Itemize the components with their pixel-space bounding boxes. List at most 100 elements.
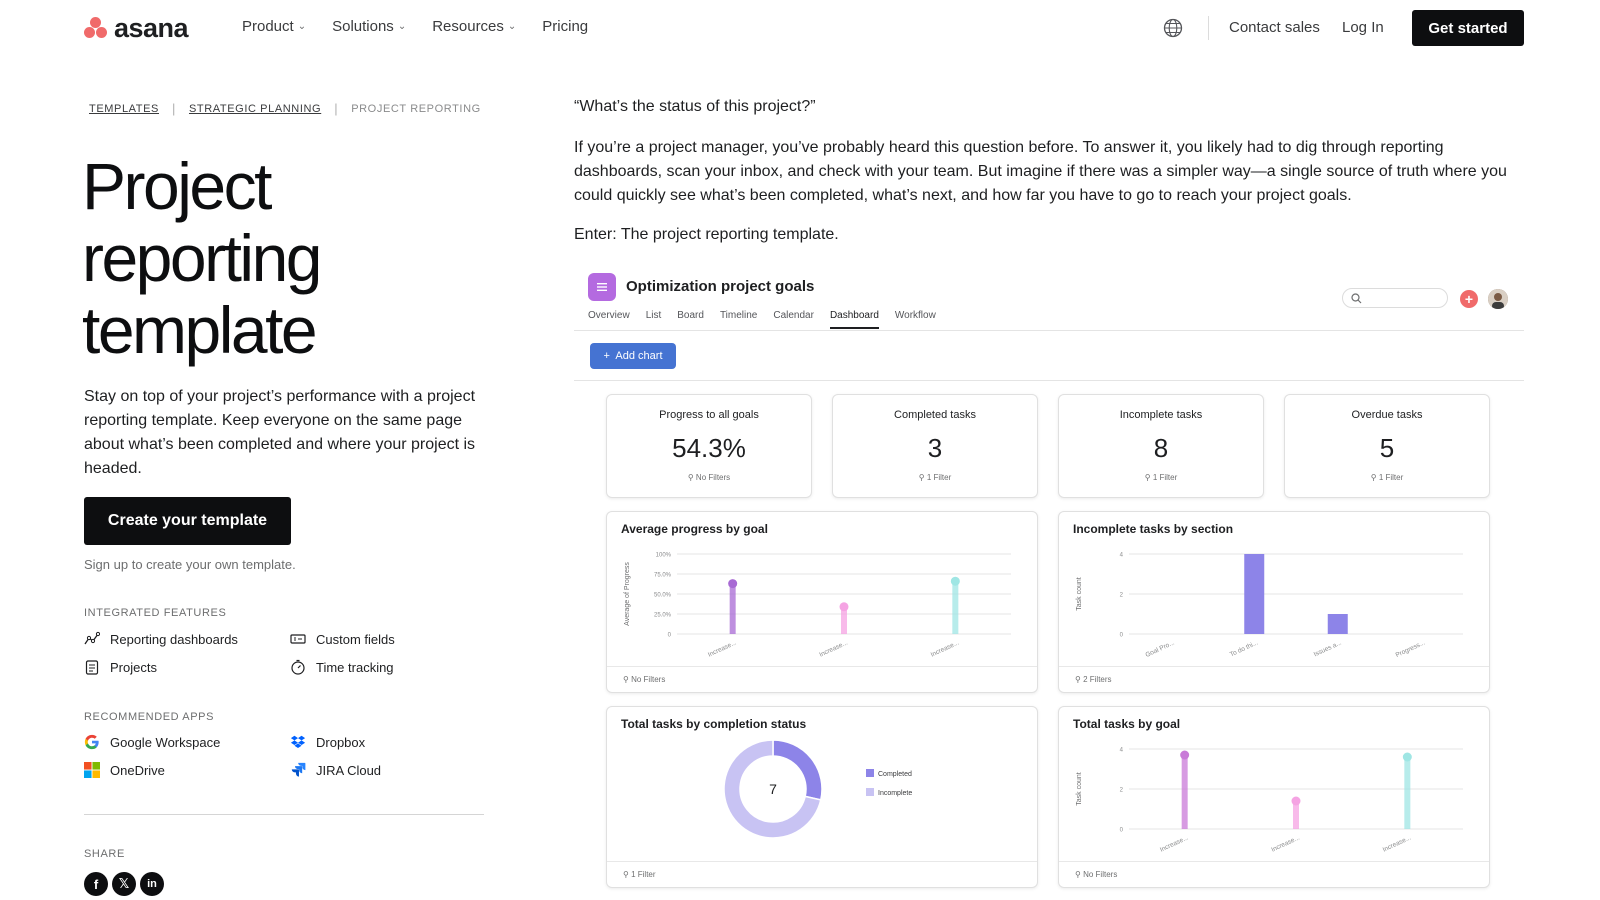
chevron-down-icon: ⌄ xyxy=(397,21,407,32)
app-label: Google Workspace xyxy=(110,734,221,750)
x-twitter-icon[interactable]: 𝕏 xyxy=(112,872,136,896)
feature-time-tracking[interactable]: Time tracking xyxy=(290,659,394,675)
breadcrumb-templates[interactable]: TEMPLATES xyxy=(89,103,159,115)
kpi-label: Incomplete tasks xyxy=(1119,409,1203,421)
y-tick-label: 4 xyxy=(1120,748,1124,754)
feature-label: Projects xyxy=(110,659,157,675)
share-buttons: f 𝕏 in xyxy=(84,872,164,896)
avg-progress-chart: Average of Progress 0 25.0% 50.0% 75.0% 100% I… xyxy=(624,553,1011,659)
jira-icon xyxy=(290,762,306,778)
project-title: Optimization project goals xyxy=(626,278,815,295)
hero-description: Stay on top of your project’s performanc… xyxy=(84,388,476,477)
x-tick-label: Goal Pro... xyxy=(1144,639,1175,659)
app-onedrive[interactable]: OneDrive xyxy=(84,762,165,778)
app-dropbox[interactable]: Dropbox xyxy=(290,734,365,750)
chart-filter-text: No Filters xyxy=(1083,870,1118,879)
y-tick-label: 0 xyxy=(1120,828,1124,834)
app-label: JIRA Cloud xyxy=(316,762,382,778)
chart-card-tasks-by-goal[interactable]: Total tasks by goal Task count 0 2 4 Increas… xyxy=(1058,706,1490,888)
kpi-label: Progress to all goals xyxy=(659,409,759,421)
avatar[interactable] xyxy=(1488,289,1508,309)
chart-card-completion-status[interactable]: Total tasks by completion status 7 Comple… xyxy=(606,706,1038,888)
breadcrumb: TEMPLATES | STRATEGIC PLANNING | PROJECT… xyxy=(89,101,481,116)
recommended-apps-label: RECOMMENDED APPS xyxy=(84,711,215,723)
kpi-value: 54.3% xyxy=(672,433,746,463)
chart-card-incomplete-by-section[interactable]: Incomplete tasks by section Task count 0 2… xyxy=(1058,511,1490,693)
page-title: Project reporting template xyxy=(82,149,323,367)
chart-card-avg-progress[interactable]: Average progress by goal Average of Prog… xyxy=(606,511,1038,693)
content-intro: If you’re a project manager, you’ve prob… xyxy=(574,139,1507,204)
asana-logo[interactable]: asana xyxy=(84,14,189,42)
legend-swatch xyxy=(866,769,874,777)
data-point xyxy=(1291,796,1301,806)
data-point xyxy=(728,579,738,589)
project-tabs: Overview List Board Timeline Calendar Da… xyxy=(588,310,936,329)
data-point xyxy=(1402,752,1412,762)
linkedin-icon[interactable]: in xyxy=(140,872,164,896)
y-tick-label: 0 xyxy=(1120,633,1124,639)
signup-note: Sign up to create your own template. xyxy=(84,557,296,572)
kpi-card-progress[interactable]: Progress to all goals 54.3% ⚲ No Filters xyxy=(606,394,812,498)
nav-resources[interactable]: Resources ⌄ xyxy=(432,18,516,35)
get-started-button[interactable]: Get started xyxy=(1412,10,1524,46)
lollipop-stem xyxy=(1404,757,1411,829)
tabs-divider xyxy=(574,330,1524,331)
feature-label: Custom fields xyxy=(316,631,395,647)
chart-footer: ⚲ 1 Filter xyxy=(607,861,1037,887)
tab-workflow[interactable]: Workflow xyxy=(895,310,936,329)
tab-list[interactable]: List xyxy=(646,310,662,329)
app-google-workspace[interactable]: Google Workspace xyxy=(84,734,220,750)
lollipop-stem xyxy=(729,583,736,634)
legend-swatch xyxy=(866,788,874,796)
tab-dashboard[interactable]: Dashboard xyxy=(829,310,879,329)
kpi-card-completed[interactable]: Completed tasks 3 ⚲ 1 Filter xyxy=(832,394,1038,498)
x-tick-label: Increase... xyxy=(818,639,849,658)
chart-filter-text: No Filters xyxy=(631,675,666,684)
facebook-icon[interactable]: f xyxy=(84,872,108,896)
breadcrumb-separator: | xyxy=(334,101,339,116)
tab-timeline[interactable]: Timeline xyxy=(720,310,757,329)
feature-reporting-dashboards[interactable]: Reporting dashboards xyxy=(84,631,238,647)
y-tick-label: 2 xyxy=(1120,788,1124,794)
kpi-filter-text: No Filters xyxy=(695,473,731,482)
kpi-filter: ⚲ No Filters xyxy=(687,473,731,482)
app-label: OneDrive xyxy=(110,762,165,778)
content-quote: “What’s the status of this project?” xyxy=(574,98,816,115)
tab-calendar[interactable]: Calendar xyxy=(773,310,814,329)
globe-icon[interactable] xyxy=(1163,18,1183,38)
tab-board[interactable]: Board xyxy=(677,310,704,329)
x-tick-label: Increase... xyxy=(930,639,961,658)
chart-title: Average progress by goal xyxy=(621,522,768,536)
mock-search-input[interactable] xyxy=(1342,288,1448,308)
y-tick-label: 50.0% xyxy=(654,593,672,599)
add-chart-button[interactable]: + Add chart xyxy=(590,343,676,369)
nav-product[interactable]: Product ⌄ xyxy=(242,18,306,35)
breadcrumb-strategic-planning[interactable]: STRATEGIC PLANNING xyxy=(189,103,321,115)
feature-projects[interactable]: Projects xyxy=(84,659,157,675)
feature-custom-fields[interactable]: Custom fields xyxy=(290,631,395,647)
chart-footer: ⚲ No Filters xyxy=(607,666,1037,692)
kpi-card-incomplete[interactable]: Incomplete tasks 8 ⚲ 1 Filter xyxy=(1058,394,1264,498)
toolbar-divider xyxy=(574,380,1524,381)
asana-dots-icon xyxy=(84,17,108,39)
kpi-filter-text: 1 Filter xyxy=(926,473,952,482)
google-g-icon xyxy=(84,734,100,750)
nav-links: Product ⌄ Solutions ⌄ Resources ⌄ Pricing xyxy=(242,18,588,35)
legend-label: Incomplete xyxy=(878,790,912,797)
login-link[interactable]: Log In xyxy=(1342,19,1384,36)
y-axis-label: Task count xyxy=(1076,577,1083,611)
pie-slice xyxy=(772,739,823,801)
y-tick-label: 0 xyxy=(668,633,672,639)
nav-pricing[interactable]: Pricing xyxy=(542,18,588,35)
dashboard-screenshot: Optimization project goals + Overview Li… xyxy=(574,268,1524,900)
completion-status-chart: 7 Completed Incomplete xyxy=(723,739,912,839)
nav-solutions[interactable]: Solutions ⌄ xyxy=(332,18,406,35)
create-template-button[interactable]: Create your template xyxy=(84,497,291,545)
kpi-value: 8 xyxy=(1153,433,1169,463)
contact-sales-link[interactable]: Contact sales xyxy=(1229,19,1320,36)
tab-overview[interactable]: Overview xyxy=(588,310,630,329)
app-jira-cloud[interactable]: JIRA Cloud xyxy=(290,762,381,778)
plus-icon[interactable]: + xyxy=(1460,290,1478,308)
top-nav: asana Product ⌄ Solutions ⌄ Resources ⌄ Pri… xyxy=(0,0,1600,56)
kpi-card-overdue[interactable]: Overdue tasks 5 ⚲ 1 Filter xyxy=(1284,394,1490,498)
